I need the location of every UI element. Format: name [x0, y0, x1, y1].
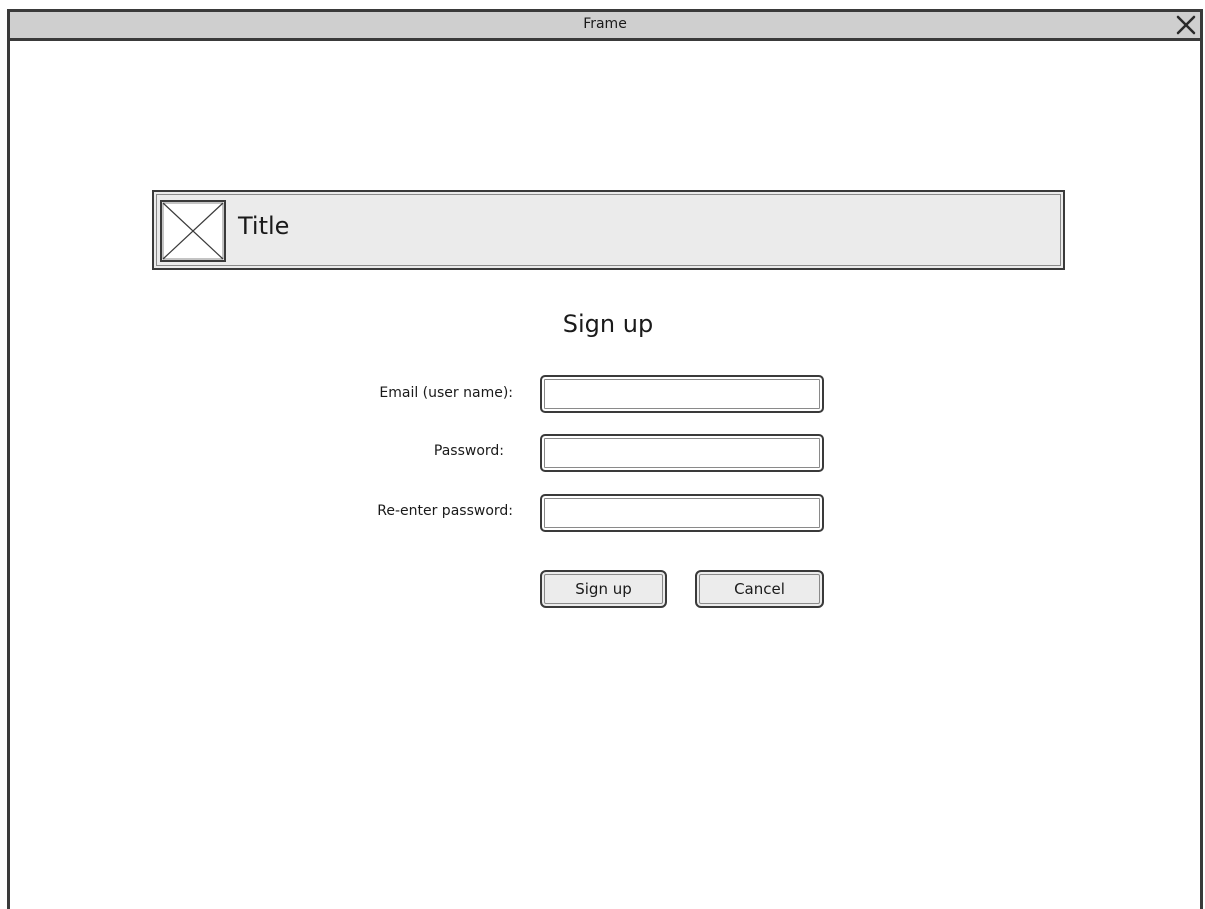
signup-button[interactable]: Sign up: [540, 570, 667, 608]
reenter-password-label: Re-enter password:: [377, 503, 513, 519]
window-titlebar[interactable]: Frame: [10, 12, 1200, 41]
email-field[interactable]: [540, 375, 824, 413]
password-field[interactable]: [540, 434, 824, 472]
close-button[interactable]: [1174, 13, 1198, 37]
reenter-password-field[interactable]: [540, 494, 824, 532]
password-label: Password:: [433, 443, 504, 459]
logo-placeholder: [160, 200, 226, 262]
page-heading: Sign up: [562, 310, 654, 338]
image-placeholder-icon: [160, 200, 226, 262]
window-frame: Frame Title Sign up Email (user name): P…: [7, 9, 1203, 909]
email-label: Email (user name):: [379, 385, 513, 401]
close-icon: [1176, 15, 1196, 35]
header-title: Title: [238, 212, 290, 240]
cancel-button[interactable]: Cancel: [695, 570, 824, 608]
header-bar: Title: [152, 190, 1065, 270]
window-title: Frame: [583, 16, 627, 32]
